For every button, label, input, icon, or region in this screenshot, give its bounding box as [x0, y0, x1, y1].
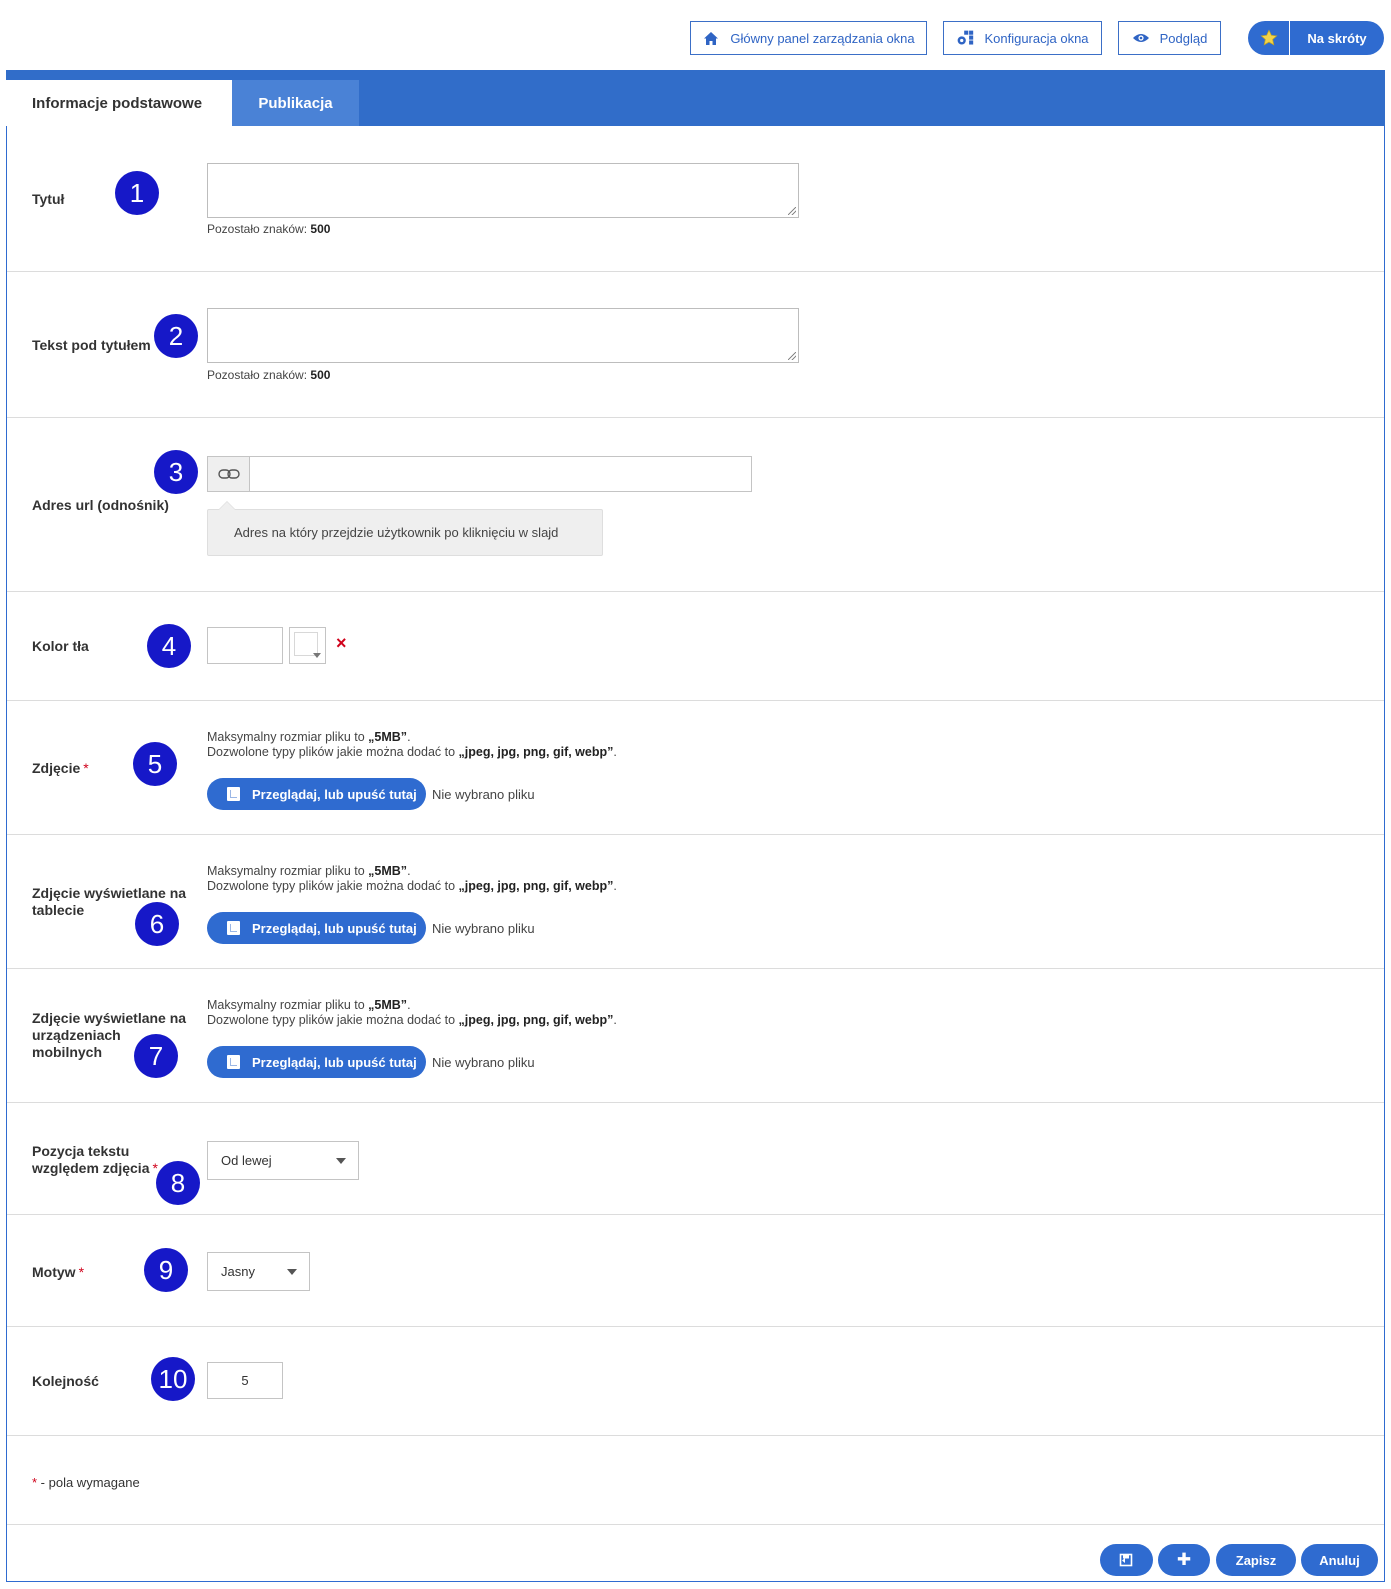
required-note-row — [7, 1436, 1384, 1525]
star-icon — [1248, 21, 1290, 55]
order-input[interactable]: 5 — [207, 1362, 283, 1399]
title-textarea[interactable] — [207, 163, 799, 218]
step-badge-2: 2 — [154, 314, 198, 358]
url-row — [7, 418, 1384, 592]
photo-mobile-upload-info: Maksymalny rozmiar pliku to „5MB”. Dozwo… — [207, 998, 617, 1027]
save-and-add-button[interactable]: ✚ — [1158, 1544, 1210, 1576]
save-button[interactable]: Zapisz — [1216, 1544, 1296, 1576]
save-return-icon — [1119, 1553, 1133, 1567]
step-badge-10: 10 — [151, 1357, 195, 1401]
photo-tablet-upload-info: Maksymalny rozmiar pliku to „5MB”. Dozwo… — [207, 864, 617, 893]
window-config-button[interactable]: Konfiguracja okna — [943, 21, 1102, 55]
chevron-down-icon — [336, 1158, 346, 1164]
main-panel-label: Główny panel zarządzania okna — [730, 30, 915, 46]
shortcuts-label: Na skróty — [1307, 30, 1367, 46]
tab-basic-info[interactable]: Informacje podstawowe — [6, 80, 232, 126]
preview-button[interactable]: Podgląd — [1118, 21, 1221, 55]
shortcuts-button[interactable]: Na skróty — [1248, 21, 1384, 55]
bg-color-label: Kolor tła — [32, 638, 89, 654]
photo-mobile-row — [7, 969, 1384, 1103]
theme-select[interactable]: Jasny — [207, 1252, 310, 1291]
window-config-label: Konfiguracja okna — [984, 30, 1089, 46]
url-input[interactable] — [250, 457, 751, 491]
config-icon — [956, 29, 974, 47]
photo-label: Zdjęcie * — [32, 760, 89, 776]
subtitle-char-counter: Pozostało znaków: 500 — [207, 368, 331, 382]
save-and-return-button[interactable] — [1100, 1544, 1153, 1576]
text-position-label: Pozycja tekstu względem zdjęcia * — [32, 1143, 158, 1176]
step-badge-4: 4 — [147, 624, 191, 668]
tab-publication[interactable]: Publikacja — [232, 80, 359, 126]
order-label: Kolejność — [32, 1373, 99, 1389]
tab-bar: Informacje podstawowe Publikacja — [6, 70, 1385, 126]
photo-tablet-browse-button[interactable]: Przeglądaj, lub upuść tutaj — [207, 912, 426, 944]
step-badge-9: 9 — [144, 1248, 188, 1292]
chevron-down-icon — [287, 1269, 297, 1275]
step-badge-1: 1 — [115, 171, 159, 215]
step-badge-7: 7 — [134, 1034, 178, 1078]
photo-no-file-text: Nie wybrano pliku — [432, 787, 535, 802]
dropdown-arrow-icon — [313, 653, 321, 658]
url-hint-tooltip: Adres na który przejdzie użytkownik po k… — [207, 501, 603, 556]
url-label: Adres url (odnośnik) — [32, 497, 169, 513]
subtitle-textarea[interactable] — [207, 308, 799, 363]
photo-upload-info: Maksymalny rozmiar pliku to „5MB”. Dozwo… — [207, 730, 617, 759]
step-badge-3: 3 — [154, 450, 198, 494]
required-note: * - pola wymagane — [32, 1475, 140, 1490]
photo-mobile-no-file-text: Nie wybrano pliku — [432, 1055, 535, 1070]
clear-color-icon[interactable]: × — [336, 634, 347, 652]
theme-label: Motyw * — [32, 1264, 85, 1280]
cancel-button[interactable]: Anuluj — [1301, 1544, 1378, 1576]
link-icon — [208, 457, 250, 491]
photo-mobile-browse-button[interactable]: Przeglądaj, lub upuść tutaj — [207, 1046, 426, 1078]
file-icon — [227, 921, 240, 935]
subtitle-label: Tekst pod tytułem — [32, 337, 151, 353]
photo-row — [7, 701, 1384, 835]
color-picker-button[interactable] — [289, 627, 326, 664]
photo-tablet-row — [7, 835, 1384, 969]
step-badge-8: 8 — [156, 1161, 200, 1205]
title-char-counter: Pozostało znaków: 500 — [207, 222, 331, 236]
url-input-group — [207, 456, 752, 492]
step-badge-6: 6 — [135, 902, 179, 946]
color-hex-input[interactable] — [207, 627, 283, 664]
preview-label: Podgląd — [1159, 30, 1208, 46]
step-badge-5: 5 — [133, 742, 177, 786]
file-icon — [227, 1055, 240, 1069]
file-icon — [227, 787, 240, 801]
main-panel-button[interactable]: Główny panel zarządzania okna — [690, 21, 927, 55]
title-label: Tytuł — [32, 191, 65, 207]
eye-icon — [1132, 29, 1150, 47]
photo-browse-button[interactable]: Przeglądaj, lub upuść tutaj — [207, 778, 426, 810]
text-position-select[interactable]: Od lewej — [207, 1141, 359, 1180]
home-icon — [702, 29, 720, 47]
photo-tablet-no-file-text: Nie wybrano pliku — [432, 921, 535, 936]
